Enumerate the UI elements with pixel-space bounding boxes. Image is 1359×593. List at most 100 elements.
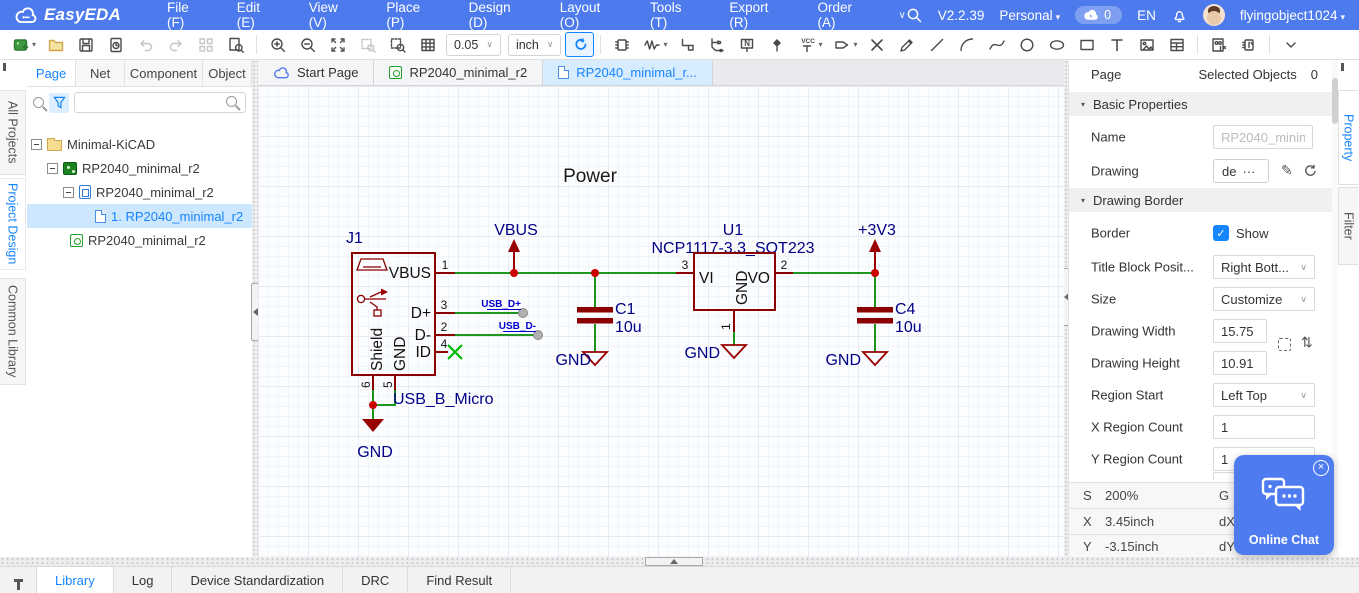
pen-tool-button[interactable] (892, 32, 921, 57)
c4-refdes[interactable]: C4 (895, 301, 916, 318)
no-connect-tool-button[interactable] (862, 32, 891, 57)
menu-place[interactable]: Place (P) (386, 0, 440, 30)
p3v3-flag-label[interactable]: +3V3 (858, 222, 896, 239)
zoom-window-button[interactable] (353, 32, 382, 57)
grid-settings-button[interactable] (413, 32, 442, 57)
menu-tools[interactable]: Tools (T) (650, 0, 701, 30)
drawing-width-field[interactable] (1213, 319, 1267, 343)
x-region-count-field[interactable] (1213, 415, 1315, 439)
rail-tab-property[interactable]: Property (1338, 90, 1358, 185)
net-label-usb-dp[interactable]: USB_D+ (481, 299, 521, 310)
new-project-caret-icon[interactable]: ▾ (32, 40, 40, 49)
u1-refdes[interactable]: U1 (723, 222, 744, 239)
user-menu[interactable]: flyingobject1024▾ (1240, 8, 1345, 23)
easyeda-logo[interactable]: EasyEDA (14, 5, 121, 25)
search-input[interactable] (74, 92, 246, 113)
image-tool-button[interactable] (1132, 32, 1161, 57)
net-port-caret-icon[interactable]: ▾ (853, 40, 861, 49)
zoom-out-button[interactable] (293, 32, 322, 57)
user-avatar[interactable] (1203, 4, 1225, 26)
arc-tool-button[interactable] (952, 32, 981, 57)
zoom-selection-button[interactable] (383, 32, 412, 57)
rail-tab-project-design[interactable]: Project Design (0, 178, 26, 270)
tab-page[interactable]: Page (27, 60, 76, 86)
menu-more-chevron-icon[interactable]: ∨ (898, 10, 905, 21)
snap-toggle-button[interactable] (565, 32, 594, 57)
close-icon[interactable]: × (1313, 460, 1329, 476)
workspace-switcher[interactable]: Personal▾ (999, 8, 1060, 23)
bottom-tab-drc[interactable]: DRC (343, 567, 408, 593)
text-tool-button[interactable] (1102, 32, 1131, 57)
redo-button[interactable] (161, 32, 190, 57)
bottom-splitter-handle[interactable] (645, 557, 703, 566)
rail-tab-all-projects[interactable]: All Projects (0, 90, 26, 175)
schematic-canvas[interactable]: Power J1 VBUS D+ D- ID Shield GND (258, 86, 1064, 557)
c4-value[interactable]: 10u (895, 319, 922, 336)
component-c1[interactable]: C1 10u (577, 301, 642, 336)
bottom-tab-device-standardization[interactable]: Device Standardization (172, 567, 343, 593)
collapse-icon[interactable] (47, 163, 58, 174)
symbol-wizard-button[interactable] (1204, 32, 1233, 57)
zoom-in-button[interactable] (263, 32, 292, 57)
no-connect-icon[interactable] (448, 345, 462, 359)
menu-edit[interactable]: Edit (E) (237, 0, 281, 30)
tab-object[interactable]: Object (203, 60, 252, 86)
online-chat-popup[interactable]: × Online Chat (1234, 455, 1334, 555)
toolbar-more-button[interactable] (1276, 32, 1305, 57)
drawing-height-field[interactable] (1213, 351, 1267, 375)
c1-refdes[interactable]: C1 (615, 301, 636, 318)
gnd-label-j1[interactable]: GND (357, 444, 393, 461)
coll apse-icon[interactable] (31, 139, 42, 150)
component-c4[interactable]: C4 10u (857, 301, 922, 336)
cloud-sync-badge[interactable]: 0 (1075, 6, 1122, 24)
tree-item-schematic[interactable]: RP2040_minimal_r2 (27, 180, 252, 204)
u1-value[interactable]: NCP1117-3.3_SOT223 (651, 240, 814, 257)
c1-value[interactable]: 10u (615, 319, 642, 336)
filter-icon[interactable] (49, 93, 69, 113)
thumbnail-grid-button[interactable] (191, 32, 220, 57)
menu-order[interactable]: Order (A) (817, 0, 872, 30)
circle-tool-button[interactable] (1012, 32, 1041, 57)
bottom-tab-log[interactable]: Log (114, 567, 173, 593)
undo-button[interactable] (131, 32, 160, 57)
place-symbol-button[interactable] (607, 32, 636, 57)
sheet-tool-button[interactable] (1162, 32, 1191, 57)
net-port-tool-button[interactable] (827, 32, 856, 57)
power-flag-3v3[interactable]: +3V3 (858, 222, 896, 271)
net-label-tool-button[interactable]: N (732, 32, 761, 57)
net-labels[interactable]: USB_D+ USB_D- (481, 299, 542, 340)
gnd-label-c4[interactable]: GND (825, 352, 861, 369)
gnd-label-c1[interactable]: GND (555, 352, 591, 369)
net-flag-tool-button[interactable] (762, 32, 791, 57)
rail-tab-common-library[interactable]: Common Library (0, 278, 26, 385)
drawing-button[interactable]: de ··· (1213, 159, 1269, 183)
doc-tab-start-page[interactable]: Start Page (258, 60, 374, 85)
new-file-button[interactable] (41, 32, 70, 57)
doc-tab-schematic[interactable]: RP2040_minimal_r... (543, 60, 713, 85)
wire-tool-button[interactable] (672, 32, 701, 57)
vbus-flag-label[interactable]: VBUS (494, 222, 538, 239)
bottom-tab-find-result[interactable]: Find Result (408, 567, 511, 593)
bottom-tab-library[interactable]: Library (36, 567, 114, 593)
title-block-select[interactable]: Right Bott... ∨ (1213, 255, 1315, 279)
menu-view[interactable]: View (V) (309, 0, 359, 30)
save-button[interactable] (71, 32, 100, 57)
wave-caret-icon[interactable]: ▾ (663, 40, 671, 49)
doc-tab-pcb[interactable]: RP2040_minimal_r2 (374, 60, 543, 85)
schematic-title-text[interactable]: Power (563, 166, 618, 187)
fit-view-button[interactable] (323, 32, 352, 57)
border-show-checkbox[interactable]: ✓ (1213, 225, 1229, 241)
bell-icon[interactable] (1171, 7, 1188, 24)
bezier-tool-button[interactable] (982, 32, 1011, 57)
edit-pencil-icon[interactable]: ✎ (1281, 162, 1293, 179)
name-field[interactable] (1213, 125, 1313, 149)
region-start-select[interactable]: Left Top ∨ (1213, 383, 1315, 407)
section-drawing-border[interactable]: ▾ Drawing Border (1069, 188, 1332, 212)
ellipse-tool-button[interactable] (1042, 32, 1071, 57)
net-label-usb-dm[interactable]: USB_D- (499, 321, 536, 332)
menu-design[interactable]: Design (D) (469, 0, 532, 30)
power-flag-caret-icon[interactable]: ▾ (818, 40, 826, 49)
tree-item-board[interactable]: RP2040_minimal_r2 (27, 156, 252, 180)
find-similar-button[interactable] (221, 32, 250, 57)
pin-icon-wrap[interactable] (0, 567, 36, 593)
